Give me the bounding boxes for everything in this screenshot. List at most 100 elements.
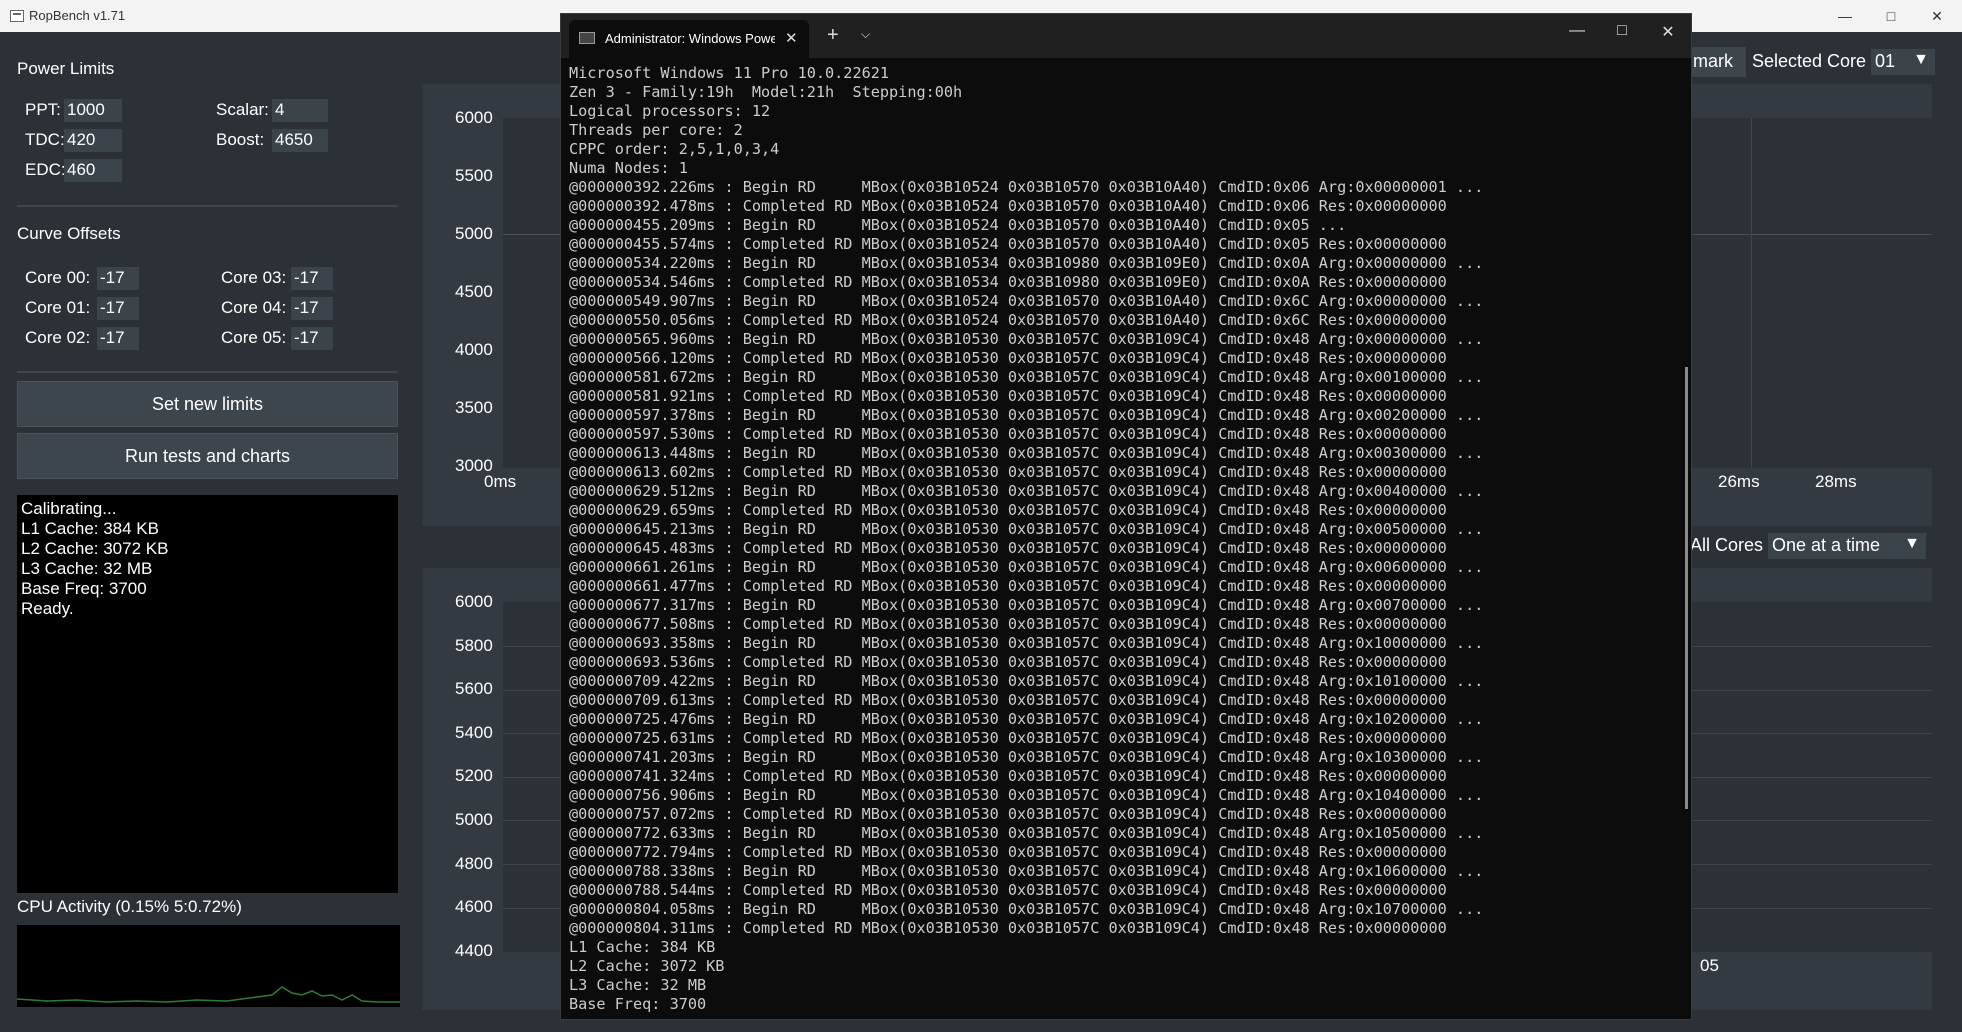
terminal-line: @000000455.209ms : Begin RD MBox(0x03B10… xyxy=(569,216,1347,234)
benchmark-button[interactable]: mark xyxy=(1683,47,1746,77)
edc-label: EDC: xyxy=(25,160,66,179)
chevron-down-icon: ▼ xyxy=(1913,51,1929,68)
terminal-output[interactable]: Microsoft Windows 11 Pro 10.0.22621 Zen 3… xyxy=(569,64,1669,1014)
y-tick: 5200 xyxy=(455,766,493,785)
all-cores-label: All Cores xyxy=(1690,535,1764,555)
core-00-input[interactable]: -17 xyxy=(97,267,139,290)
terminal-line: @000000645.483ms : Completed RD MBox(0x0… xyxy=(569,539,1447,557)
y-tick: 5000 xyxy=(455,224,493,243)
x-tick: 28ms xyxy=(1815,472,1857,491)
ropbench-window: RopBench v1.71 — □ ✕ Power Limits PPT: 1… xyxy=(0,0,1962,1032)
chevron-down-icon[interactable]: ⌵ xyxy=(861,27,870,42)
ppt-input[interactable]: 1000 xyxy=(64,99,122,122)
terminal-line: @000000597.378ms : Begin RD MBox(0x03B10… xyxy=(569,406,1484,424)
terminal-window[interactable]: Administrator: Windows PowerShell ✕ + ⌵ … xyxy=(560,13,1692,1020)
log-line: L3 Cache: 32 MB xyxy=(21,559,153,578)
set-new-limits-button[interactable]: Set new limits xyxy=(17,381,398,427)
window-title: RopBench v1.71 xyxy=(29,8,126,23)
maximize-button[interactable]: □ xyxy=(1868,0,1914,32)
terminal-line: Zen 3 - Family:19h Model:21h Stepping:00… xyxy=(569,83,963,101)
terminal-line: @000000534.220ms : Begin RD MBox(0x03B10… xyxy=(569,254,1484,272)
status-log: Calibrating... L1 Cache: 384 KB L2 Cache… xyxy=(17,495,398,893)
divider xyxy=(17,371,398,373)
minimize-button[interactable]: — xyxy=(1822,0,1868,32)
core-03-label: Core 03: xyxy=(221,268,287,287)
all-cores-value: One at a time xyxy=(1772,535,1881,555)
cpu-activity-graph xyxy=(17,925,400,1007)
terminal-tab-title: Administrator: Windows PowerShell xyxy=(605,31,775,46)
scrollbar[interactable] xyxy=(1685,367,1688,809)
y-tick: 6000 xyxy=(455,108,493,127)
terminal-line: @000000725.476ms : Begin RD MBox(0x03B10… xyxy=(569,710,1484,728)
y-tick: 5600 xyxy=(455,679,493,698)
terminal-line: @000000613.602ms : Completed RD MBox(0x0… xyxy=(569,463,1447,481)
ppt-label: PPT: xyxy=(25,100,61,119)
scalar-label: Scalar: xyxy=(216,100,269,119)
terminal-line: @000000804.058ms : Begin RD MBox(0x03B10… xyxy=(569,900,1484,918)
y-tick: 4500 xyxy=(455,282,493,301)
run-tests-button[interactable]: Run tests and charts xyxy=(17,433,398,479)
terminal-line: @000000757.072ms : Completed RD MBox(0x0… xyxy=(569,805,1447,823)
y-tick: 6000 xyxy=(455,592,493,611)
terminal-line: @000000392.478ms : Completed RD MBox(0x0… xyxy=(569,197,1447,215)
close-button[interactable]: ✕ xyxy=(1653,22,1683,42)
app-icon xyxy=(10,10,24,22)
terminal-line: @000000693.358ms : Begin RD MBox(0x03B10… xyxy=(569,634,1484,652)
new-tab-icon[interactable]: + xyxy=(827,24,839,47)
core-05-input[interactable]: -17 xyxy=(291,327,333,350)
terminal-line: @000000645.213ms : Begin RD MBox(0x03B10… xyxy=(569,520,1484,538)
terminal-line: Base Freq: 3700 xyxy=(569,995,707,1013)
terminal-line: CPPC order: 2,5,1,0,3,4 xyxy=(569,140,780,158)
terminal-line: @000000788.338ms : Begin RD MBox(0x03B10… xyxy=(569,862,1484,880)
close-icon[interactable]: ✕ xyxy=(785,29,798,47)
divider xyxy=(17,205,398,207)
terminal-line: @000000629.512ms : Begin RD MBox(0x03B10… xyxy=(569,482,1484,500)
terminal-line: L3 Cache: 32 MB xyxy=(569,976,707,994)
power-limits-title: Power Limits xyxy=(17,59,115,78)
terminal-line: @000000613.448ms : Begin RD MBox(0x03B10… xyxy=(569,444,1484,462)
y-tick: 4800 xyxy=(455,854,493,873)
terminal-line: @000000709.422ms : Begin RD MBox(0x03B10… xyxy=(569,672,1484,690)
benchmark-button-label: mark xyxy=(1693,51,1733,71)
core-03-input[interactable]: -17 xyxy=(291,267,333,290)
x-tick: 0ms xyxy=(484,472,517,491)
core-04-input[interactable]: -17 xyxy=(291,297,333,320)
selected-core-dropdown[interactable]: 01 ▼ xyxy=(1871,49,1935,75)
y-tick: 5800 xyxy=(455,636,493,655)
edc-input[interactable]: 460 xyxy=(64,159,122,182)
terminal-line: @000000534.546ms : Completed RD MBox(0x0… xyxy=(569,273,1447,291)
core-00-label: Core 00: xyxy=(25,268,91,287)
minimize-button[interactable]: — xyxy=(1562,22,1592,40)
terminal-line: @000000788.544ms : Completed RD MBox(0x0… xyxy=(569,881,1447,899)
tdc-input[interactable]: 420 xyxy=(64,129,122,152)
terminal-line: L2 Cache: 3072 KB xyxy=(569,957,725,975)
terminal-line: @000000581.672ms : Begin RD MBox(0x03B10… xyxy=(569,368,1484,386)
terminal-line: Microsoft Windows 11 Pro 10.0.22621 xyxy=(569,64,890,82)
terminal-line: @000000756.906ms : Begin RD MBox(0x03B10… xyxy=(569,786,1484,804)
terminal-line: @000000392.226ms : Begin RD MBox(0x03B10… xyxy=(569,178,1484,196)
terminal-line: @000000772.794ms : Completed RD MBox(0x0… xyxy=(569,843,1447,861)
terminal-line: @000000741.324ms : Completed RD MBox(0x0… xyxy=(569,767,1447,785)
y-tick: 5500 xyxy=(455,166,493,185)
y-tick: 4000 xyxy=(455,340,493,359)
terminal-line: @000000677.317ms : Begin RD MBox(0x03B10… xyxy=(569,596,1484,614)
terminal-line: @000000804.311ms : Completed RD MBox(0x0… xyxy=(569,919,1447,937)
scalar-input[interactable]: 4 xyxy=(272,99,328,122)
core-05-label: Core 05: xyxy=(221,328,287,347)
core-01-label: Core 01: xyxy=(25,298,91,317)
terminal-line: @000000725.631ms : Completed RD MBox(0x0… xyxy=(569,729,1447,747)
y-tick: 5000 xyxy=(455,810,493,829)
boost-input[interactable]: 4650 xyxy=(272,129,328,152)
log-line: Ready. xyxy=(21,599,74,618)
terminal-line: @000000549.907ms : Begin RD MBox(0x03B10… xyxy=(569,292,1484,310)
terminal-tab[interactable]: Administrator: Windows PowerShell ✕ xyxy=(569,20,809,58)
selected-core-value: 01 xyxy=(1875,51,1896,71)
maximize-button[interactable]: □ xyxy=(1607,22,1637,40)
core-02-input[interactable]: -17 xyxy=(97,327,139,350)
core-01-input[interactable]: -17 xyxy=(97,297,139,320)
close-button[interactable]: ✕ xyxy=(1914,0,1960,32)
terminal-line: @000000581.921ms : Completed RD MBox(0x0… xyxy=(569,387,1447,405)
terminal-line: @000000566.120ms : Completed RD MBox(0x0… xyxy=(569,349,1447,367)
terminal-line: Threads per core: 2 xyxy=(569,121,743,139)
all-cores-dropdown[interactable]: One at a time ▼ xyxy=(1768,533,1926,559)
